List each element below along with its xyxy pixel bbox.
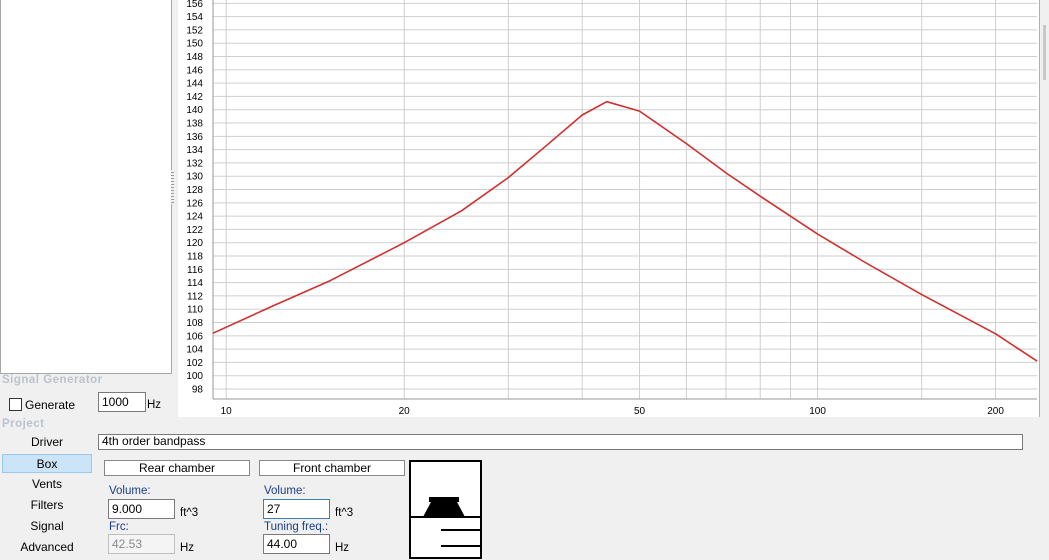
front-volume-input[interactable]: 27 — [263, 499, 330, 519]
y-tick-label: 126 — [186, 198, 203, 209]
tuning-freq-unit: Hz — [335, 542, 350, 554]
y-tick-label: 100 — [186, 371, 203, 382]
nav-item-driver[interactable]: Driver — [2, 433, 92, 452]
project-list-box[interactable] — [0, 0, 172, 374]
y-tick-label: 156 — [186, 0, 203, 10]
x-tick-label: 200 — [987, 406, 1004, 417]
front-volume-label: Volume: — [264, 485, 306, 497]
tuning-freq-label: Tuning freq.: — [264, 521, 329, 533]
y-tick-label: 138 — [186, 119, 203, 130]
y-tick-label: 148 — [186, 52, 203, 63]
x-tick-label: 50 — [634, 406, 646, 417]
rear-volume-unit: ft^3 — [180, 507, 199, 519]
y-tick-label: 122 — [186, 225, 203, 236]
box-diagram — [409, 460, 482, 559]
nav-item-filters[interactable]: Filters — [2, 496, 92, 515]
generate-checkbox[interactable] — [9, 398, 22, 411]
response-chart-panel: 98 100 102 104 106 108 110 112 114 116 118 120 122 12… — [178, 0, 1040, 417]
response-chart: 98 100 102 104 106 108 110 112 114 116 118 120 122 12… — [186, 0, 1038, 417]
y-tick-label: 144 — [186, 79, 203, 90]
y-tick-label: 120 — [186, 238, 203, 249]
rear-volume-label: Volume: — [109, 485, 151, 497]
frequency-input[interactable]: 1000 — [98, 392, 146, 412]
nav-item-vents[interactable]: Vents — [2, 475, 92, 494]
y-tick-label: 140 — [186, 105, 203, 116]
y-tick-label: 114 — [187, 278, 203, 289]
y-tick-label: 102 — [186, 358, 203, 369]
y-tick-label: 112 — [187, 291, 203, 302]
nav-item-signal[interactable]: Signal — [2, 517, 92, 536]
front-chamber-tab[interactable]: Front chamber — [259, 460, 405, 476]
rear-volume-input[interactable]: 9.000 — [108, 499, 175, 519]
box-description-field[interactable]: 4th order bandpass — [98, 434, 1023, 450]
y-tick-label: 108 — [186, 318, 203, 329]
frc-unit: Hz — [180, 542, 195, 554]
y-tick-label: 124 — [186, 212, 203, 223]
bandpass-box-icon — [411, 497, 480, 547]
x-tick-label: 100 — [809, 406, 826, 417]
generate-label: Generate — [25, 398, 76, 412]
y-tick-label: 128 — [186, 185, 203, 196]
project-title: Project — [2, 418, 45, 430]
y-tick-label: 154 — [186, 12, 203, 23]
frequency-unit: Hz — [147, 399, 162, 411]
y-tick-label: 104 — [186, 345, 203, 356]
y-tick-label: 134 — [186, 145, 203, 156]
y-tick-label: 142 — [186, 92, 203, 103]
y-tick-label: 136 — [186, 132, 203, 143]
splitter-handle[interactable] — [171, 170, 174, 204]
y-tick-label: 118 — [187, 252, 203, 263]
rear-chamber-tab[interactable]: Rear chamber — [104, 460, 250, 476]
y-tick-label: 132 — [186, 158, 203, 169]
frc-label: Frc: — [109, 521, 129, 533]
right-scroll-strip[interactable] — [1041, 0, 1049, 417]
y-tick-label: 130 — [186, 172, 203, 183]
nav-item-box[interactable]: Box — [2, 454, 92, 473]
frc-input: 42.53 — [108, 534, 175, 554]
y-tick-label: 146 — [186, 65, 203, 76]
x-tick-label: 10 — [221, 406, 233, 417]
nav-item-advanced[interactable]: Advanced — [2, 538, 92, 557]
y-tick-label: 116 — [187, 265, 203, 276]
y-tick-label: 106 — [186, 331, 203, 342]
x-tick-label: 20 — [399, 406, 411, 417]
y-tick-label: 110 — [187, 305, 203, 316]
y-tick-label: 150 — [186, 39, 203, 50]
y-tick-label: 152 — [186, 25, 203, 36]
y-tick-label: 98 — [192, 385, 204, 396]
signal-generator-title: Signal Generator — [2, 374, 103, 386]
tuning-freq-input[interactable]: 44.00 — [263, 534, 330, 554]
front-volume-unit: ft^3 — [335, 507, 354, 519]
